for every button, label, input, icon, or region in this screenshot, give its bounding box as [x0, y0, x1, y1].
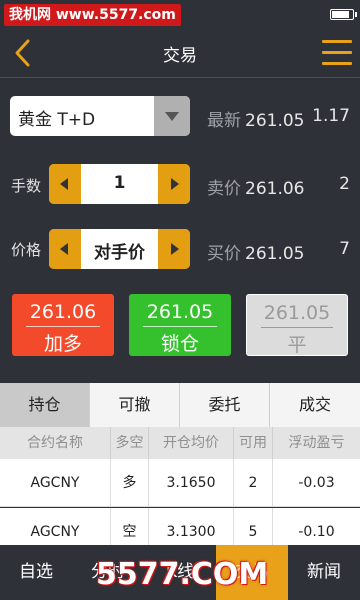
bid-price-row: 买价 261.05 [207, 239, 304, 264]
buy-long-button[interactable]: 261.06 加多 [12, 294, 114, 356]
page-title: 交易 [163, 46, 197, 66]
instrument-select-value: 黄金 T+D [18, 110, 96, 130]
price-decrease-icon[interactable] [49, 229, 81, 269]
watermark-logo: 5577.COM [96, 557, 269, 592]
cell-available: 2 [234, 459, 273, 507]
nav-bar: 交易 [0, 28, 360, 78]
column-header: 合约名称 [0, 427, 111, 459]
close-position-button[interactable]: 261.05 平 [246, 294, 348, 356]
bid-value: 261.05 [245, 244, 305, 264]
price-increase-icon[interactable] [158, 229, 190, 269]
latest-label: 最新 [207, 111, 241, 131]
lock-position-label: 锁仓 [160, 333, 199, 355]
bid-extra: 7 [339, 239, 350, 259]
cell-avg-price: 3.1650 [149, 459, 234, 507]
price-stepper[interactable]: 对手价 [49, 229, 190, 269]
cell-pnl: -0.03 [298, 475, 335, 491]
nav-news[interactable]: 新闻 [288, 545, 360, 600]
buy-long-price: 261.06 [29, 301, 97, 323]
lots-increase-icon[interactable] [158, 164, 190, 204]
lock-position-price: 261.05 [146, 301, 214, 323]
column-header: 开仓均价 [149, 427, 234, 459]
menu-icon[interactable] [322, 40, 352, 66]
instrument-select[interactable]: 黄金 T+D [10, 96, 190, 136]
lock-position-button[interactable]: 261.05 锁仓 [129, 294, 231, 356]
price-label: 价格 [11, 241, 42, 259]
ask-value: 261.06 [245, 179, 305, 199]
positions-table-header: 合约名称 多空 开仓均价 可用 浮动盈亏 [0, 427, 360, 459]
lots-stepper[interactable]: 1 [49, 164, 190, 204]
tab-positions[interactable]: 持仓 [0, 383, 90, 427]
bid-label: 买价 [207, 244, 241, 264]
latest-price-row: 最新 261.05 [207, 106, 304, 131]
close-position-label: 平 [287, 334, 307, 356]
cell-contract: AGCNY [0, 459, 111, 507]
battery-icon [330, 9, 357, 20]
lots-decrease-icon[interactable] [49, 164, 81, 204]
latest-extra: 1.17 [312, 106, 350, 126]
ask-label: 卖价 [207, 179, 241, 199]
nav-watchlist[interactable]: 自选 [0, 545, 72, 600]
dropdown-arrow-icon[interactable] [154, 96, 190, 136]
latest-value: 261.05 [245, 111, 305, 131]
close-position-price: 261.05 [263, 302, 331, 324]
ask-extra: 2 [339, 174, 350, 194]
lots-value[interactable]: 1 [81, 173, 158, 193]
cell-direction: 多 [111, 459, 149, 507]
table-row[interactable]: AGCNY 多 3.1650 2 -0.03 [0, 459, 360, 507]
lots-label: 手数 [11, 177, 42, 195]
price-mode-value[interactable]: 对手价 [81, 238, 158, 263]
watermark-badge: 我机网 www.5577.com [4, 4, 181, 26]
column-header: 多空 [111, 427, 149, 459]
ask-price-row: 卖价 261.06 [207, 174, 304, 199]
tab-trades[interactable]: 成交 [270, 383, 360, 427]
column-header: 可用 [234, 427, 273, 459]
tab-orders[interactable]: 委托 [180, 383, 270, 427]
buy-long-label: 加多 [43, 333, 82, 355]
column-header: 浮动盈亏 [288, 435, 345, 451]
tab-cancelable[interactable]: 可撤 [90, 383, 180, 427]
status-bar: 我机网 www.5577.com [0, 0, 360, 28]
orders-tab-bar: 持仓 可撤 委托 成交 [0, 383, 360, 427]
